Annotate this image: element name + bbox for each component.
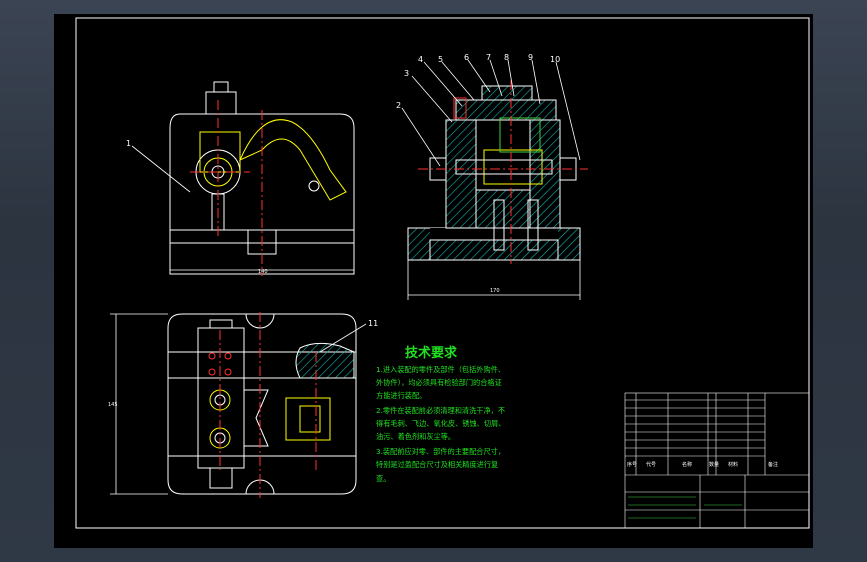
part-label-6: 6 xyxy=(464,53,469,62)
tech-line: 方能进行装配。 xyxy=(376,391,426,400)
part-label-11: 11 xyxy=(368,319,378,328)
part-label-3: 3 xyxy=(404,69,409,78)
part-label-7: 7 xyxy=(486,53,491,62)
part-label-8: 8 xyxy=(504,53,509,62)
tech-line: 外协件），均必须具有检验部门的合格证 xyxy=(376,378,502,387)
tech-line: 得有毛刺、飞边、氧化皮、锈蚀、切屑、 xyxy=(376,419,505,428)
tech-line: 特别是过盈配合尺寸及相关精度进行复 xyxy=(376,460,498,469)
tech-line: 2.零件在装配前必须清理和清洗干净，不 xyxy=(376,406,505,415)
part-label-4: 4 xyxy=(418,55,423,64)
tech-line: 油污、着色剂和灰尘等。 xyxy=(376,432,455,441)
tb-header: 序号 xyxy=(627,461,637,468)
dimension-label: 145 xyxy=(108,402,118,408)
cad-viewport: 140 1 170 2 3 4 5 6 7 8 9 10 145 11 技术要求… xyxy=(0,0,867,562)
dimension-label: 170 xyxy=(490,288,500,294)
tech-requirements: 技术要求 1.进入装配的零件及部件（包括外购件、 外协件），均必须具有检验部门的… xyxy=(376,345,505,483)
tb-header: 材料 xyxy=(728,461,738,468)
dimension-label: 140 xyxy=(258,269,268,275)
part-label-5: 5 xyxy=(438,55,443,64)
tb-header: 数量 xyxy=(709,461,719,468)
tb-header: 名称 xyxy=(682,461,692,468)
part-label-10: 10 xyxy=(550,55,560,64)
tech-line: 1.进入装配的零件及部件（包括外购件、 xyxy=(376,365,505,374)
tech-line: 3.装配前应对零、部件的主要配合尺寸， xyxy=(376,447,505,456)
tech-line: 查。 xyxy=(376,474,390,483)
tb-header: 备注 xyxy=(768,461,778,468)
tb-header: 代号 xyxy=(646,461,656,468)
drawing-canvas: 140 1 170 2 3 4 5 6 7 8 9 10 145 11 技术要求… xyxy=(54,14,813,548)
part-label-9: 9 xyxy=(528,53,533,62)
tech-title: 技术要求 xyxy=(405,345,458,361)
part-label-1: 1 xyxy=(126,139,131,148)
part-label-2: 2 xyxy=(396,101,401,110)
